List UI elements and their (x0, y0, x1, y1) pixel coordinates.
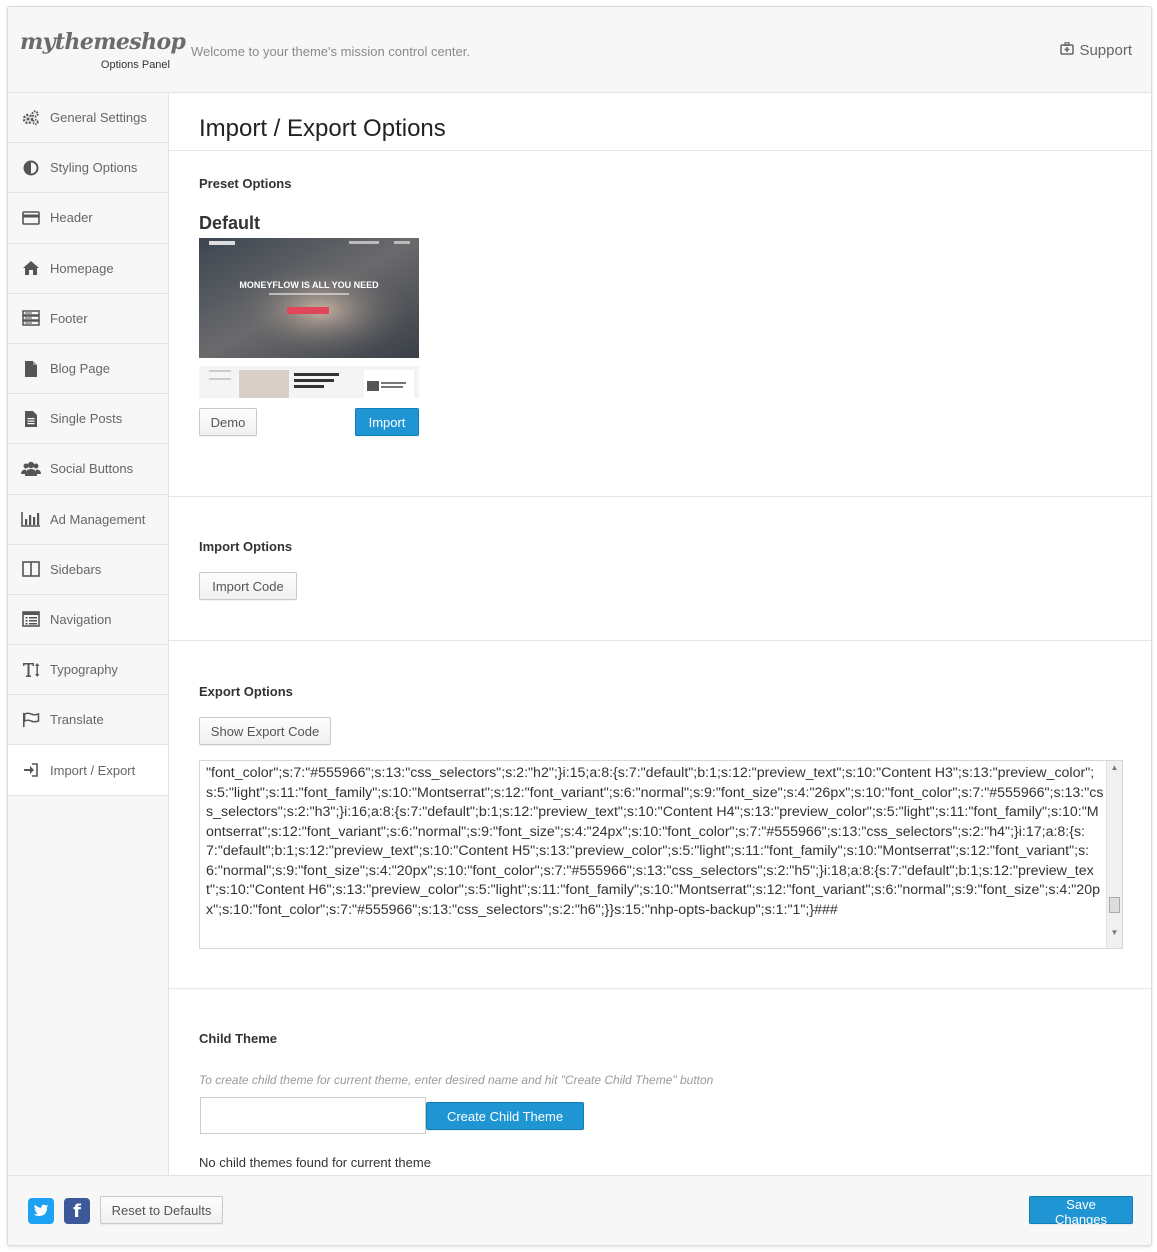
sidebar-item-single-posts[interactable]: Single Posts (8, 394, 168, 445)
reset-to-defaults-button[interactable]: Reset to Defaults (100, 1196, 223, 1224)
export-options-label: Export Options (199, 684, 293, 699)
sidebar-item-ad-management[interactable]: Ad Management (8, 494, 168, 545)
sidebar-item-label: Typography (50, 662, 118, 678)
sidebar-item-label: Navigation (50, 611, 112, 627)
logo: mythemeshop Options Panel (20, 29, 186, 75)
sidebar-item-blog-page[interactable]: Blog Page (8, 343, 168, 395)
sidebar-item-label: Translate (50, 712, 104, 728)
sidebar-item-sidebars[interactable]: Sidebars (8, 544, 168, 595)
sidebar-item-label: Blog Page (50, 361, 110, 377)
sidebar-item-label: Social Buttons (50, 461, 134, 477)
preset-preview-image: MONEYFLOW IS ALL YOU NEED (199, 238, 419, 398)
divider (169, 988, 1151, 989)
sidebar-item-import-export[interactable]: Import / Export (8, 745, 168, 796)
import-code-button[interactable]: Import Code (199, 572, 297, 600)
scroll-up-arrow-icon[interactable]: ▲ (1107, 761, 1122, 775)
demo-button[interactable]: Demo (199, 408, 257, 436)
scroll-down-arrow-icon[interactable]: ▼ (1107, 926, 1122, 940)
bar-chart-icon (21, 509, 41, 529)
main-content: Import / Export Options Preset Options D… (169, 93, 1151, 1175)
import-preset-button[interactable]: Import (355, 408, 419, 436)
sidebar-item-general-settings[interactable]: General Settings (8, 93, 168, 144)
top-bar: mythemeshop Options Panel Welcome to you… (8, 7, 1151, 93)
twitter-icon[interactable] (28, 1198, 54, 1224)
create-child-theme-button[interactable]: Create Child Theme (426, 1102, 584, 1130)
divider (169, 640, 1151, 641)
export-code-text: "font_color";s:7:"#555966";s:13:"css_sel… (206, 765, 1104, 918)
sign-in-icon (21, 760, 41, 780)
preset-image-headline: MONEYFLOW IS ALL YOU NEED (239, 280, 379, 290)
show-export-code-button[interactable]: Show Export Code (199, 717, 331, 745)
child-theme-name-input[interactable] (200, 1097, 426, 1134)
sidebar-item-header[interactable]: Header (8, 193, 168, 244)
welcome-text: Welcome to your theme's mission control … (191, 44, 470, 59)
import-options-label: Import Options (199, 539, 293, 554)
sidebar-item-label: General Settings (50, 110, 147, 126)
server-icon (21, 308, 41, 328)
list-alt-icon (21, 609, 41, 629)
flag-icon (21, 710, 41, 730)
sidebar-item-label: Footer (50, 310, 88, 326)
file-text-icon (21, 409, 41, 429)
gears-icon (21, 108, 41, 128)
child-theme-hint: To create child theme for current theme,… (199, 1073, 714, 1087)
users-icon (21, 459, 41, 479)
divider (169, 150, 1151, 151)
preset-name: Default (199, 213, 261, 233)
sidebar-item-label: Sidebars (50, 561, 102, 577)
child-theme-label: Child Theme (199, 1031, 278, 1046)
sidebar-item-typography[interactable]: Typography (8, 645, 168, 696)
sidebar-item-footer[interactable]: Footer (8, 293, 168, 344)
support-link[interactable]: Support (1060, 42, 1132, 59)
sidebar-item-label: Styling Options (50, 160, 138, 176)
facebook-icon[interactable]: f (64, 1198, 90, 1224)
scroll-thumb[interactable] (1109, 897, 1120, 913)
sidebar-item-social-buttons[interactable]: Social Buttons (8, 444, 168, 495)
logo-subtitle: Options Panel (100, 59, 170, 71)
sidebar-item-navigation[interactable]: Navigation (8, 594, 168, 646)
home-icon (21, 258, 41, 278)
support-label: Support (1079, 42, 1132, 59)
scrollbar[interactable]: ▲ ▼ (1106, 761, 1122, 948)
divider (169, 496, 1151, 497)
preset-options-label: Preset Options (199, 176, 292, 191)
sidebar-item-label: Single Posts (50, 411, 123, 427)
contrast-icon (21, 158, 41, 178)
sidebar-item-label: Header (50, 210, 93, 226)
sidebar-item-translate[interactable]: Translate (8, 695, 168, 746)
sidebar-item-homepage[interactable]: Homepage (8, 243, 168, 294)
save-changes-button[interactable]: Save Changes (1029, 1196, 1133, 1227)
sidebar: General Settings Styling Options Header … (8, 93, 169, 1175)
credit-card-icon (21, 208, 41, 228)
sidebar-item-styling-options[interactable]: Styling Options (8, 143, 168, 194)
sidebar-item-label: Import / Export (50, 762, 136, 778)
footer-bar: f Reset to Defaults Save Changes (8, 1175, 1151, 1245)
sidebar-item-label: Ad Management (50, 511, 146, 527)
text-height-icon (21, 660, 41, 680)
export-code-textarea[interactable]: "font_color";s:7:"#555966";s:13:"css_sel… (199, 760, 1123, 949)
file-icon (21, 359, 41, 379)
child-theme-status: No child themes found for current theme (199, 1155, 431, 1170)
sidebar-item-label: Homepage (50, 260, 114, 276)
options-panel: mythemeshop Options Panel Welcome to you… (7, 6, 1152, 1246)
columns-icon (21, 559, 41, 579)
medkit-icon (1060, 42, 1075, 59)
logo-text: mythemeshop (20, 29, 186, 55)
page-title: Import / Export Options (199, 115, 446, 142)
